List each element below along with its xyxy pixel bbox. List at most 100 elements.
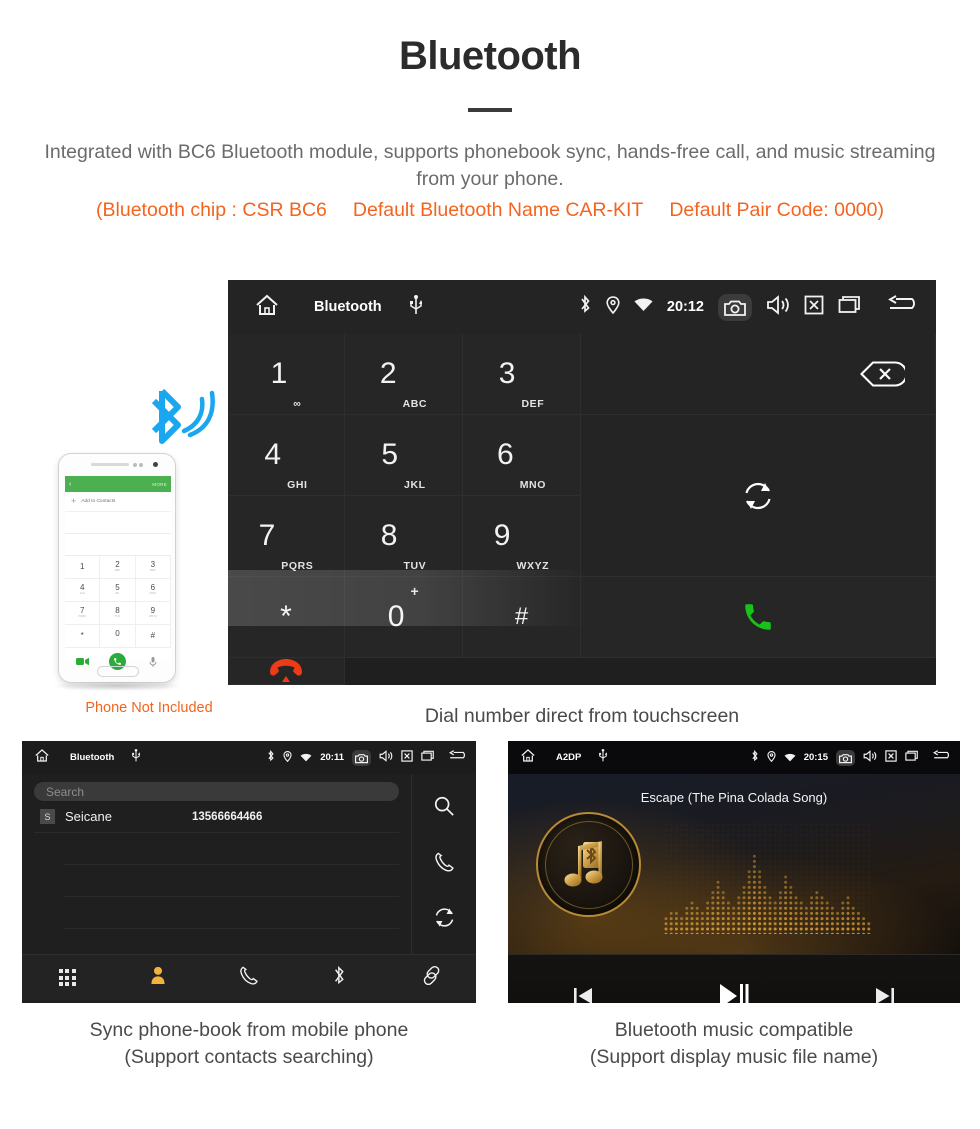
back-arrow-icon[interactable] [932,749,952,767]
home-icon[interactable] [520,748,536,768]
close-box-icon[interactable] [401,749,413,767]
volume-icon[interactable] [379,749,393,767]
key-8-number: 8 [380,519,398,552]
intro-paragraph: Integrated with BC6 Bluetooth module, su… [44,141,936,190]
phonebook-caption: Sync phone-book from mobile phone (Suppo… [22,1017,476,1071]
nav-bluetooth[interactable] [294,965,385,991]
key-7[interactable]: 7 PQRS [228,496,345,577]
usb-icon [132,748,141,767]
search-input[interactable]: Search [34,782,399,801]
nav-contacts[interactable] [113,965,204,990]
key-0[interactable]: 0 + [345,577,463,658]
usb-icon [599,748,608,767]
home-icon[interactable] [34,748,50,768]
a2dp-clock: 20:15 [803,752,828,763]
phone-not-included-note: Phone Not Included [85,700,213,716]
key-1-number: 1 [270,357,288,390]
phone-key-number: 9 [150,606,156,616]
key-2[interactable]: 2 ABC [345,334,463,415]
back-arrow-icon[interactable] [888,294,920,320]
recents-icon[interactable] [905,749,919,767]
list-item[interactable] [64,897,399,929]
key-4[interactable]: 4 GHI [228,415,345,496]
sync-icon[interactable] [434,907,455,933]
key-5[interactable]: 5 JKL [345,415,463,496]
phone-sensor-dot [133,462,137,467]
location-pin-icon [767,749,776,767]
key-3-number: 3 [498,357,516,390]
phone-add-contact-row: + Add to Contacts [65,492,171,512]
phone-key-number: # [150,631,156,640]
dialer-title: Bluetooth [314,299,382,315]
key-9-number: 9 [493,519,511,552]
recents-icon[interactable] [421,749,435,767]
search-icon[interactable] [433,795,455,822]
key-5-number: 5 [381,438,399,471]
phone-handset-icon[interactable] [434,852,454,877]
phone-key-letters: TUV [114,615,121,619]
table-row[interactable]: S Seicane 13566664466 [34,801,399,833]
phone-key-letters: GHI [79,592,85,596]
volume-icon[interactable] [766,294,790,320]
phone-key-star: * [65,625,101,648]
home-icon[interactable] [254,293,280,322]
phone-more-label: MORE [152,481,167,487]
phone-key-number: * [80,631,84,640]
phone-key-letters: WXYZ [148,615,157,619]
key-3[interactable]: 3 DEF [463,334,581,415]
key-9[interactable]: 9 WXYZ [463,496,581,577]
nav-pair-link[interactable] [385,965,476,991]
list-item[interactable] [64,865,399,897]
music-note-bluetooth-icon [564,840,602,886]
phone-key-2: 2 ABC [100,556,136,579]
key-1[interactable]: 1 ∞ [228,334,345,415]
key-4-letters: GHI [287,479,308,491]
plus-icon: + [71,496,77,506]
phone-spacer-row [65,534,171,556]
a2dp-status-bar: A2DP 20:15 [508,741,960,774]
a2dp-caption-line1: Bluetooth music compatible [614,1019,854,1041]
key-hash[interactable]: # [463,577,581,658]
camera-icon[interactable] [836,749,855,766]
phone-key-letters: DEF [150,569,156,573]
call-button[interactable] [581,577,936,658]
key-star[interactable]: * [228,577,345,658]
contact-number: 13566664466 [191,810,263,823]
spec-line: (Bluetooth chip : CSR BC6 Default Bluetoo… [20,199,960,222]
recents-icon[interactable] [838,295,862,320]
close-box-icon[interactable] [885,749,897,767]
album-art [536,812,641,917]
backspace-button[interactable] [581,334,936,415]
phone-add-contact-label: Add to Contacts [81,499,116,504]
hangup-button[interactable] [228,658,345,685]
page-title: Bluetooth [398,34,582,78]
sync-button[interactable] [581,415,936,577]
list-item[interactable] [64,833,399,865]
nav-dialpad[interactable] [22,969,113,986]
phone-key-3: 3 DEF [135,556,171,579]
phone-earpiece [91,463,129,466]
volume-icon[interactable] [863,749,877,767]
phonebook-body: Search S Seicane 13566664466 [22,774,476,954]
phone-key-number: 5 [115,583,120,593]
close-box-icon[interactable] [804,295,824,320]
phone-key-number: 6 [150,583,156,593]
camera-icon[interactable] [352,749,371,766]
hangup-icon [270,659,302,682]
phone-key-letters: JKL [115,592,120,596]
phone-key-4: 4 GHI [65,579,101,602]
contacts-list: Search S Seicane 13566664466 [22,774,412,954]
previous-track-button[interactable] [508,984,659,1003]
camera-icon[interactable] [718,293,752,321]
next-track-button[interactable] [809,984,960,1003]
key-hash-number: # [514,603,529,630]
back-arrow-icon[interactable] [448,749,468,767]
key-6[interactable]: 6 MNO [463,415,581,496]
phonebook-status-bar: Bluetooth 20:11 [22,741,476,774]
phone-videocall-icon [65,648,100,675]
contact-initial-badge: S [40,809,55,824]
play-pause-button[interactable] [659,982,810,1003]
a2dp-screenshot: A2DP 20:15 Escape (The Pina Colada Song) [508,741,960,1003]
nav-call-log[interactable] [204,966,295,990]
key-8[interactable]: 8 TUV [345,496,463,577]
